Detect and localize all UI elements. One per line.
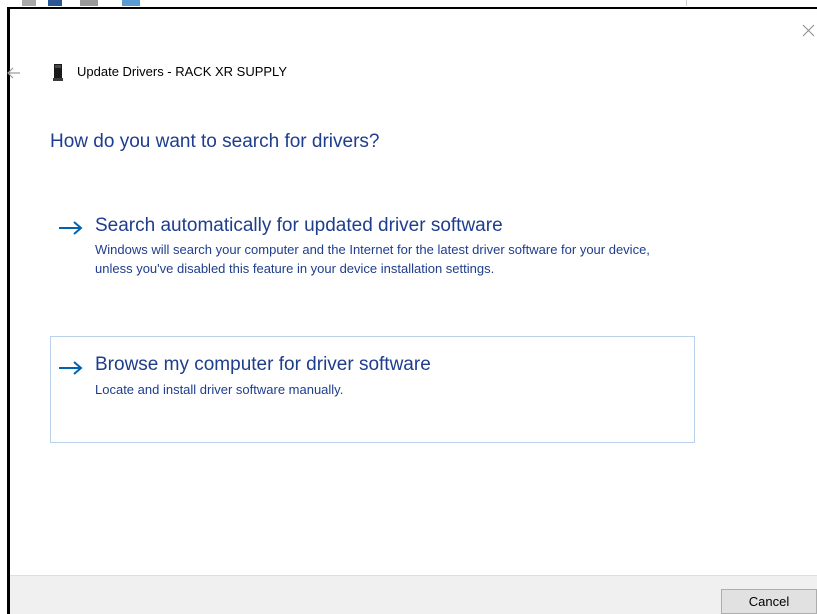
option-title: Browse my computer for driver software (95, 354, 431, 375)
search-automatically-option[interactable]: Search automatically for updated driver … (50, 204, 695, 308)
screen: Update Drivers - RACK XR SUPPLY How do y… (0, 0, 817, 614)
background-app-icon (48, 0, 62, 6)
background-divider (686, 0, 687, 6)
back-arrow-icon[interactable] (6, 65, 24, 83)
background-app-icon (22, 0, 36, 6)
right-arrow-icon (58, 360, 84, 376)
close-icon[interactable] (800, 22, 817, 39)
dialog-title: Update Drivers - RACK XR SUPPLY (77, 64, 287, 79)
background-app-icon (80, 0, 98, 6)
background-app-icon (122, 0, 140, 6)
cancel-button[interactable]: Cancel (721, 589, 817, 614)
dialog-footer (10, 575, 817, 614)
page-heading: How do you want to search for drivers? (50, 131, 380, 152)
dialog-window (7, 7, 817, 614)
option-description: Locate and install driver software manua… (95, 382, 344, 397)
right-arrow-icon (58, 220, 84, 236)
option-title: Search automatically for updated driver … (95, 215, 503, 236)
option-description: Windows will search your computer and th… (95, 242, 650, 276)
device-icon (53, 64, 63, 82)
browse-computer-option[interactable]: Browse my computer for driver software L… (50, 336, 695, 443)
